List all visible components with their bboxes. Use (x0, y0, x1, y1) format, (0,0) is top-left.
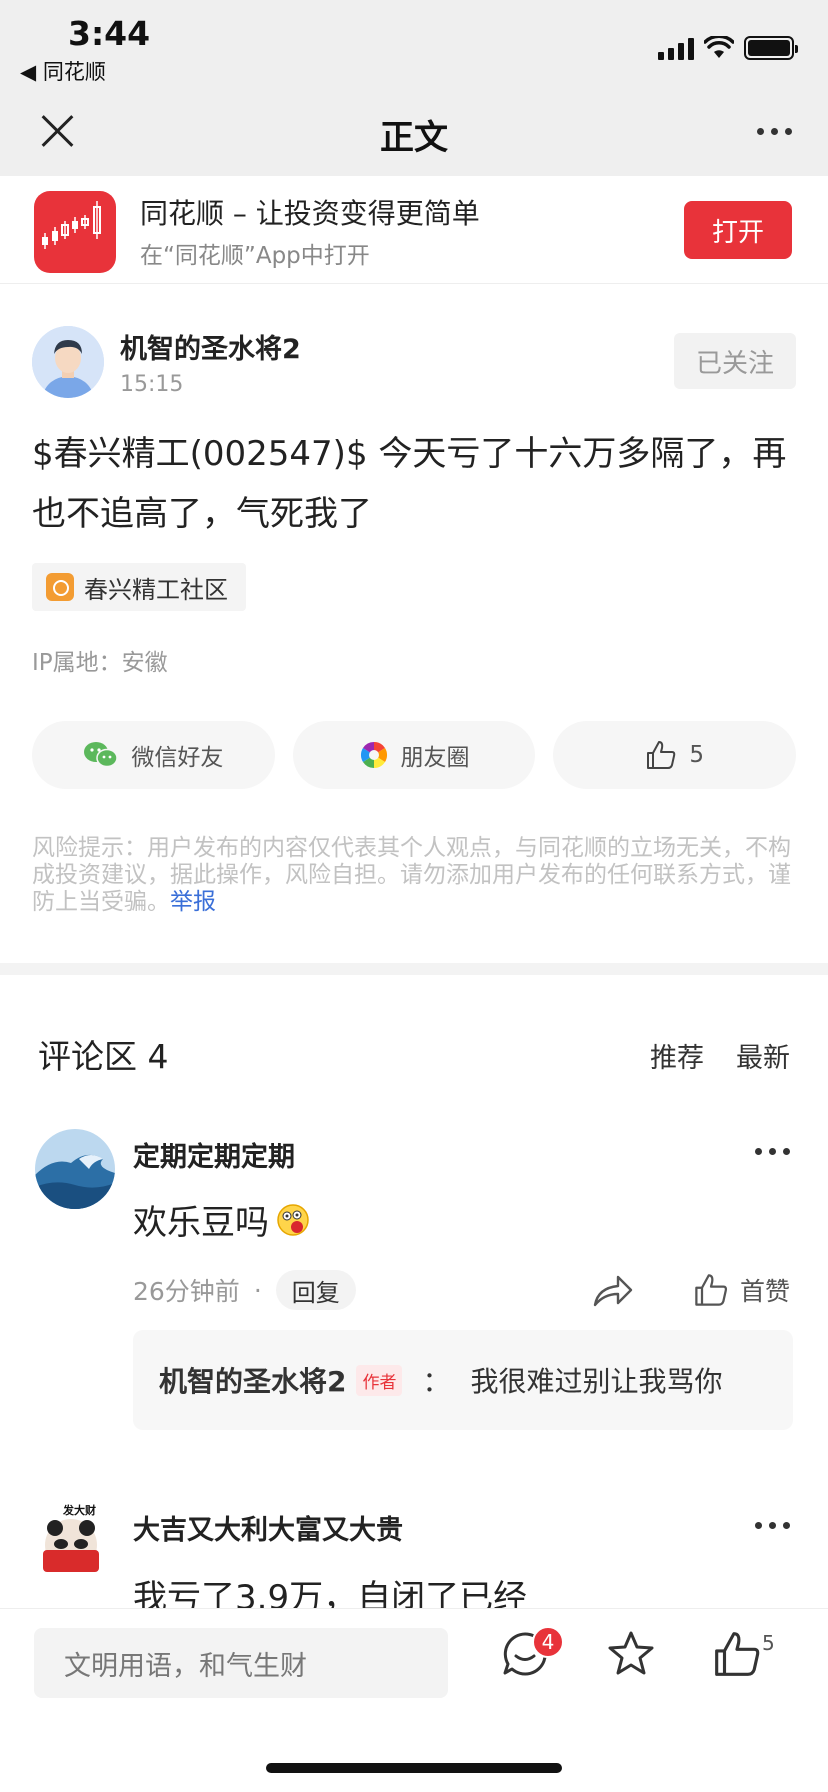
community-tag-label: 春兴精工社区 (84, 575, 228, 604)
status-icons (658, 36, 798, 60)
status-time: 3:44 (68, 14, 151, 53)
back-to-app-link[interactable]: ◀ 同花顺 (20, 56, 106, 86)
comment-count-badge: 4 (532, 1626, 564, 1658)
thumbs-up-icon (695, 1274, 728, 1306)
sort-recommend-tab[interactable]: 推荐 (650, 1036, 704, 1075)
avatar-caption: 发大财 (63, 1504, 96, 1517)
sort-latest-tab[interactable]: 最新 (736, 1036, 790, 1075)
reply-separator: ： (422, 1365, 451, 1398)
share-icon[interactable] (592, 1272, 634, 1308)
share-moments-label: 朋友圈 (400, 745, 470, 771)
community-tag[interactable]: 春兴精工社区 (32, 563, 246, 611)
comment-input[interactable]: 文明用语，和气生财 (34, 1628, 448, 1698)
wifi-icon (704, 36, 734, 58)
share-moments-button[interactable]: 朋友圈 (292, 721, 536, 789)
share-row: 微信好友 朋友圈 5 (32, 721, 797, 789)
like-count: 5 (762, 1631, 775, 1655)
ip-location: IP属地：安徽 (32, 650, 168, 676)
comment-like-label: 首赞 (739, 1277, 790, 1306)
home-indicator[interactable] (266, 1763, 562, 1773)
star-icon[interactable] (606, 1629, 656, 1679)
comments-title: 评论区 4 (38, 1037, 169, 1076)
moments-icon (360, 741, 387, 769)
avatar[interactable] (35, 1129, 115, 1209)
battery-icon (744, 36, 798, 60)
app-banner: 同花顺 – 让投资变得更简单 在“同花顺”App中打开 打开 (0, 176, 828, 284)
page-title: 正文 (380, 118, 448, 158)
thumbs-up-icon[interactable] (712, 1629, 762, 1679)
comment-more-icon[interactable] (755, 1148, 790, 1155)
risk-notice-text: 风险提示：用户发布的内容仅代表其个人观点，与同花顺的立场无关，不构成投资建议，据… (32, 835, 791, 915)
wechat-icon (84, 742, 119, 768)
emoji-icon (277, 1203, 309, 1236)
banner-subtitle: 在“同花顺”App中打开 (140, 243, 370, 269)
post-content: $春兴精工(002547)$ 今天亏了十六万多隔了，再也不追高了，气死我了 (32, 434, 787, 534)
avatar[interactable] (32, 326, 104, 398)
risk-notice: 风险提示：用户发布的内容仅代表其个人观点，与同花顺的立场无关，不构成投资建议，据… (32, 835, 798, 916)
avatar[interactable]: 发大财 (35, 1500, 111, 1576)
comment-sort: 推荐 最新 (650, 1036, 790, 1075)
post-like-count: 5 (689, 742, 704, 768)
author-name[interactable]: 机智的圣水将2 (120, 327, 301, 366)
comment-username[interactable]: 大吉又大利大富又大贵 (133, 1508, 403, 1547)
post-time: 15:15 (120, 372, 184, 397)
reply-username[interactable]: 机智的圣水将2 (159, 1360, 346, 1400)
report-link[interactable]: 举报 (170, 889, 216, 915)
signal-icon (658, 38, 694, 60)
reply-button[interactable]: 回复 (275, 1270, 356, 1310)
follow-button[interactable]: 已关注 (674, 333, 796, 389)
comment-text: 欢乐豆吗 (133, 1195, 311, 1244)
author-badge: 作者 (356, 1364, 403, 1396)
comment-more-icon[interactable] (755, 1522, 790, 1529)
share-wechat-button[interactable]: 微信好友 (32, 721, 275, 789)
comment-like-button[interactable]: 首赞 (692, 1272, 790, 1308)
reply-text: 我很难过别让我骂你 (470, 1365, 723, 1398)
top-bar: 3:44 ◀ 同花顺 正文 (0, 0, 828, 176)
comment-time: 26分钟前 (133, 1277, 240, 1306)
comment-meta: 26分钟前 · 回复 (133, 1270, 356, 1310)
banner-title: 同花顺 – 让投资变得更简单 (140, 197, 480, 230)
open-app-button[interactable]: 打开 (684, 201, 792, 259)
comment-username[interactable]: 定期定期定期 (133, 1135, 295, 1174)
more-icon[interactable] (757, 128, 792, 135)
community-icon (46, 573, 74, 601)
like-post-button[interactable]: 5 (553, 721, 797, 789)
section-divider (0, 963, 828, 975)
thumbs-up-icon (647, 741, 676, 769)
comment-text-value: 欢乐豆吗 (133, 1203, 269, 1243)
share-wechat-label: 微信好友 (131, 745, 224, 771)
meta-separator: · (253, 1275, 262, 1305)
reply-box[interactable]: 机智的圣水将2 作者 ： 我很难过别让我骂你 (133, 1330, 793, 1430)
app-logo (34, 191, 116, 273)
